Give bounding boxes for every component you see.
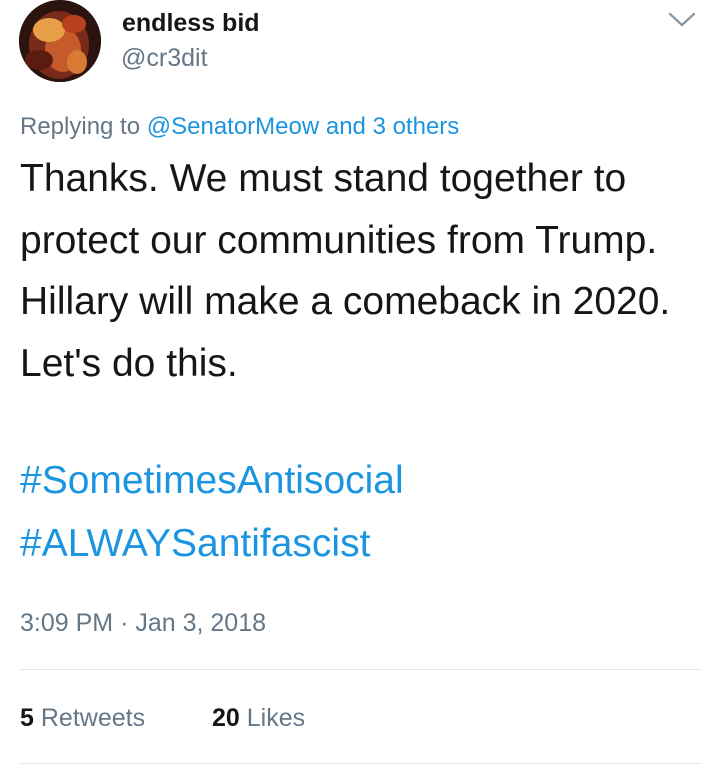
retweets-label: Retweets xyxy=(40,704,146,732)
chevron-down-icon[interactable] xyxy=(665,8,699,30)
likes-label: Likes xyxy=(246,704,306,732)
hashtag-link[interactable]: #SometimesAntisocial xyxy=(20,459,404,503)
display-name[interactable]: endless bid xyxy=(122,9,260,38)
replying-to: Replying to @SenatorMeow and 3 others xyxy=(20,113,459,141)
tweet-date: Jan 3, 2018 xyxy=(135,609,267,637)
likes-count: 20 xyxy=(212,704,240,732)
avatar[interactable] xyxy=(19,0,101,82)
tweet-time: 3:09 PM xyxy=(20,609,114,637)
tweet-timestamp[interactable]: 3:09 PM · Jan 3, 2018 xyxy=(20,609,266,638)
avatar-image xyxy=(19,0,101,82)
reply-mentions-link[interactable]: @SenatorMeow and 3 others xyxy=(147,113,460,140)
retweets-stat[interactable]: 5 Retweets xyxy=(20,704,145,733)
user-handle[interactable]: @cr3dit xyxy=(121,44,208,73)
timestamp-separator: · xyxy=(120,609,129,637)
retweets-count: 5 xyxy=(20,704,34,732)
likes-stat[interactable]: 20 Likes xyxy=(212,704,305,733)
divider xyxy=(20,763,702,764)
divider xyxy=(20,669,702,670)
hashtag-link[interactable]: #ALWAYSantifascist xyxy=(20,522,370,566)
tweet-text: Thanks. We must stand together to protec… xyxy=(20,157,671,385)
replying-to-label: Replying to xyxy=(20,113,141,140)
